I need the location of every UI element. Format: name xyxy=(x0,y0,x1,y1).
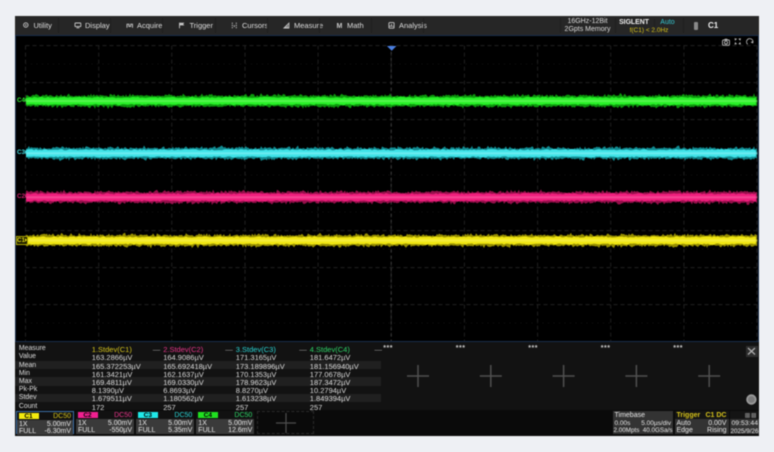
svg-text:M: M xyxy=(337,23,343,30)
